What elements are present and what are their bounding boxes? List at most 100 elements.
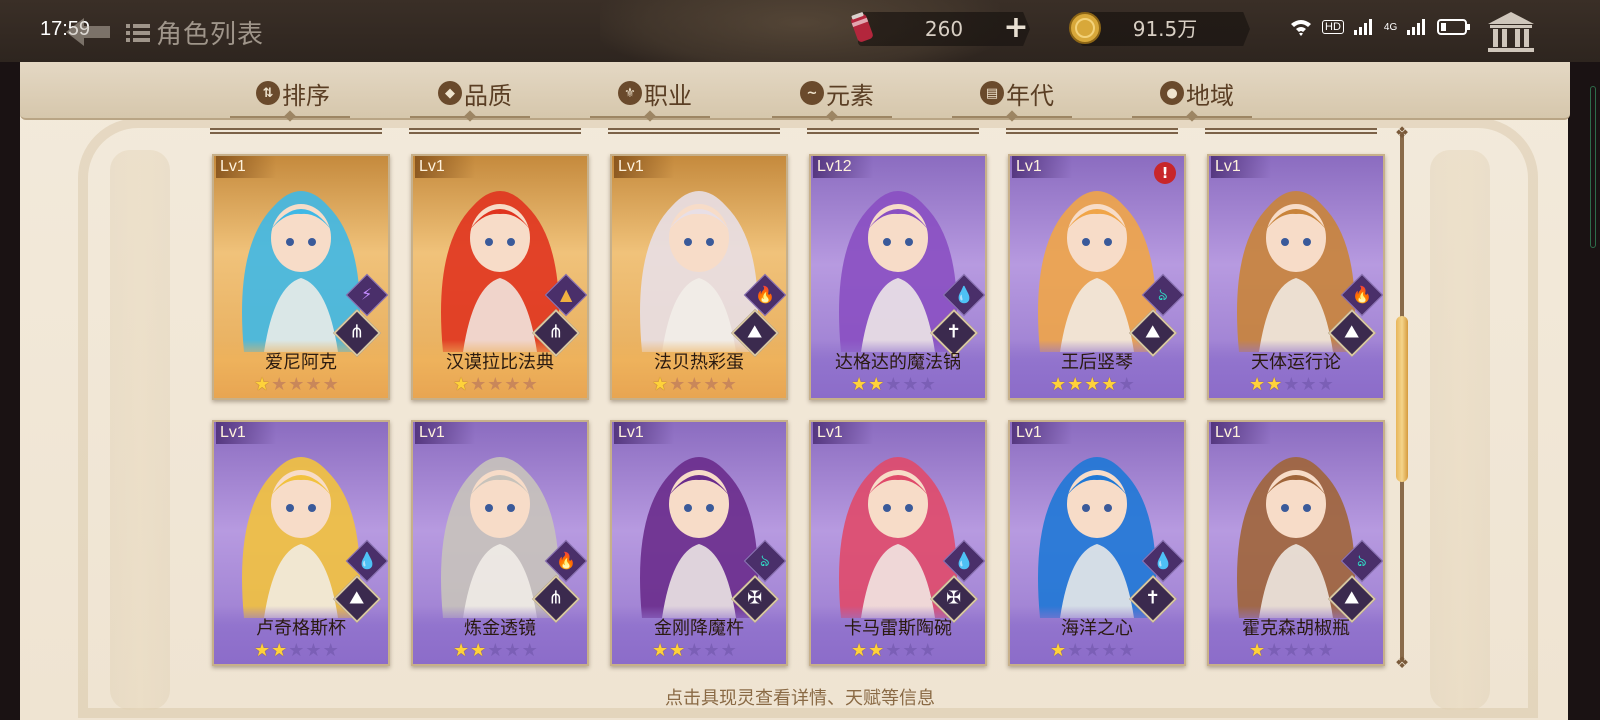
back-arrow-icon <box>66 18 110 46</box>
page-title: 角色列表 <box>156 20 265 50</box>
star-empty-icon: ★ <box>521 374 538 395</box>
left-frame <box>0 62 20 720</box>
star-filled-icon: ★ <box>1050 640 1067 661</box>
star-filled-icon: ★ <box>1266 374 1283 395</box>
star-empty-icon: ★ <box>1118 374 1135 395</box>
star-empty-icon: ★ <box>288 374 305 395</box>
grid-divider <box>807 128 979 134</box>
character-name: 王后竖琴 <box>1061 352 1133 373</box>
tab-element-label: 元素 <box>826 81 874 110</box>
page-title-group: 角色列表 <box>126 14 264 51</box>
character-card[interactable]: Lv12 💧 ✝ 达格达的魔法锅 ★ ★ ★ ★ ★ <box>809 154 987 400</box>
tab-class[interactable]: ⚜ 职业 <box>618 78 692 110</box>
star-filled-icon: ★ <box>1249 640 1266 661</box>
star-rating: ★ ★ ★ ★ ★ <box>1249 642 1334 660</box>
tab-quality[interactable]: ◆ 品质 <box>438 78 512 110</box>
star-empty-icon: ★ <box>902 374 919 395</box>
character-name: 海洋之心 <box>1061 618 1133 639</box>
tab-era[interactable]: ▤ 年代 <box>980 78 1054 110</box>
star-empty-icon: ★ <box>521 640 538 661</box>
tab-underline <box>230 116 350 118</box>
star-empty-icon: ★ <box>703 374 720 395</box>
star-empty-icon: ★ <box>271 374 288 395</box>
class-icon: ⚜ <box>618 81 642 105</box>
star-rating: ★ ★ ★ ★ ★ <box>453 642 538 660</box>
tab-class-label: 职业 <box>644 81 692 110</box>
star-empty-icon: ★ <box>919 640 936 661</box>
star-empty-icon: ★ <box>470 374 487 395</box>
star-filled-icon: ★ <box>1101 374 1118 395</box>
star-empty-icon: ★ <box>504 640 521 661</box>
level-label: Lv1 <box>415 156 475 178</box>
character-list-screen: 17:59 角色列表 260 + 91.5万 HD 4G ⇅ 排序 ◆ 品质 ⚜… <box>0 0 1600 720</box>
character-card[interactable]: Lv1 ঌ ✠ 金刚降魔杵 ★ ★ ★ ★ ★ <box>610 420 788 666</box>
character-card[interactable]: Lv1 🔥 ⋔ 炼金透镜 ★ ★ ★ ★ ★ <box>411 420 589 666</box>
signal-icon <box>1353 19 1372 35</box>
gold-coin-icon <box>1069 12 1101 44</box>
star-empty-icon: ★ <box>919 374 936 395</box>
star-empty-icon: ★ <box>703 640 720 661</box>
character-card[interactable]: Lv1 ⚡ ⋔ 爱尼阿克 ★ ★ ★ ★ ★ <box>212 154 390 400</box>
star-filled-icon: ★ <box>1084 374 1101 395</box>
sort-icon: ⇅ <box>256 81 280 105</box>
star-rating: ★ ★ ★ ★ ★ <box>1050 376 1135 394</box>
tab-location[interactable]: ● 地域 <box>1160 78 1234 110</box>
star-filled-icon: ★ <box>254 374 271 395</box>
gold-value: 91.5万 <box>1132 17 1198 41</box>
grid-divider <box>608 128 780 134</box>
gem-value: 260 <box>924 17 964 41</box>
character-name: 卢奇格斯杯 <box>256 618 346 639</box>
star-filled-icon: ★ <box>868 374 885 395</box>
character-name: 爱尼阿克 <box>265 352 337 373</box>
tab-era-label: 年代 <box>1006 81 1054 110</box>
star-filled-icon: ★ <box>470 640 487 661</box>
gem-can-icon <box>851 12 873 42</box>
add-gem-button[interactable]: + <box>1001 13 1031 44</box>
grid-divider <box>210 128 382 134</box>
star-empty-icon: ★ <box>305 374 322 395</box>
grid-divider <box>409 128 581 134</box>
character-card[interactable]: Lv1 💧 ✝ 海洋之心 ★ ★ ★ ★ ★ <box>1008 420 1186 666</box>
character-card[interactable]: Lv1 🔥 ⛰ 法贝热彩蛋 ★ ★ ★ ★ ★ <box>610 154 788 400</box>
level-label: Lv1 <box>1012 422 1072 444</box>
scrollbar-top-cap-icon: ❖ <box>1394 123 1410 142</box>
character-card[interactable]: Lv1 ঌ ⛰ 霍克森胡椒瓶 ★ ★ ★ ★ ★ <box>1207 420 1385 666</box>
character-card[interactable]: Lv1 ▲ ⋔ 汉谟拉比法典 ★ ★ ★ ★ ★ <box>411 154 589 400</box>
tab-underline <box>952 116 1072 118</box>
tab-location-label: 地域 <box>1186 81 1234 110</box>
star-empty-icon: ★ <box>1300 374 1317 395</box>
star-rating: ★ ★ ★ ★ ★ <box>1050 642 1135 660</box>
star-empty-icon: ★ <box>686 374 703 395</box>
character-card[interactable]: Lv1 💧 ⛰ 卢奇格斯杯 ★ ★ ★ ★ ★ <box>212 420 390 666</box>
museum-home-button[interactable] <box>1486 10 1536 54</box>
star-empty-icon: ★ <box>720 640 737 661</box>
tab-sort[interactable]: ⇅ 排序 <box>256 78 330 110</box>
tab-quality-label: 品质 <box>464 81 512 110</box>
level-label: Lv1 <box>1012 156 1072 178</box>
star-rating: ★ ★ ★ ★ ★ <box>851 376 936 394</box>
star-filled-icon: ★ <box>851 640 868 661</box>
character-card[interactable]: Lv1! ঌ ⛰ 王后竖琴 ★ ★ ★ ★ ★ <box>1008 154 1186 400</box>
star-rating: ★ ★ ★ ★ ★ <box>254 376 339 394</box>
level-label: Lv1 <box>415 422 475 444</box>
star-empty-icon: ★ <box>322 374 339 395</box>
scrollbar-thumb[interactable] <box>1396 316 1408 482</box>
star-empty-icon: ★ <box>1300 640 1317 661</box>
character-card[interactable]: Lv1 🔥 ⛰ 天体运行论 ★ ★ ★ ★ ★ <box>1207 154 1385 400</box>
level-label: Lv1 <box>1211 422 1271 444</box>
character-card[interactable]: Lv1 💧 ✠ 卡马雷斯陶碗 ★ ★ ★ ★ ★ <box>809 420 987 666</box>
tab-element[interactable]: ~ 元素 <box>800 78 874 110</box>
character-name: 卡马雷斯陶碗 <box>844 618 952 639</box>
location-icon: ● <box>1160 81 1184 105</box>
decorative-pillar-left <box>110 150 170 710</box>
level-label: Lv1 <box>614 156 674 178</box>
tab-underline <box>772 116 892 118</box>
star-filled-icon: ★ <box>453 374 470 395</box>
character-name: 炼金透镜 <box>464 618 536 639</box>
star-empty-icon: ★ <box>885 640 902 661</box>
star-empty-icon: ★ <box>686 640 703 661</box>
back-button[interactable] <box>64 14 114 50</box>
level-label: Lv1 <box>216 422 276 444</box>
star-empty-icon: ★ <box>1283 640 1300 661</box>
star-rating: ★ ★ ★ ★ ★ <box>652 642 737 660</box>
